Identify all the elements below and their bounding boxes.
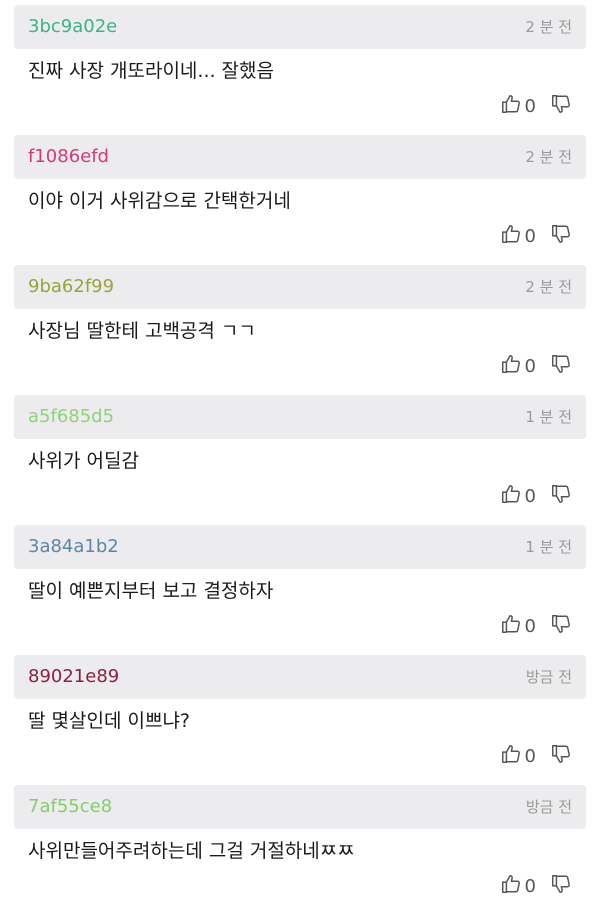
comment-username[interactable]: 9ba62f99 [28,277,114,297]
thumbs-down-icon [550,353,572,379]
comment-actions: 0 [500,221,572,251]
comment-item: 3bc9a02e 2 분 전진짜 사장 개또라이네... 잘했음 0 [0,0,600,130]
thumbs-up-icon [500,353,522,379]
thumbs-up-icon [500,483,522,509]
comment-timestamp: 방금 전 [525,798,572,816]
thumbs-up-icon [500,223,522,249]
like-button[interactable]: 0 [500,743,550,769]
like-count: 0 [524,615,536,637]
like-count: 0 [524,485,536,507]
like-button[interactable]: 0 [500,873,550,899]
comment-timestamp: 방금 전 [525,668,572,686]
comment-text: 이야 이거 사위감으로 간택한거네 [28,190,291,212]
comment-username[interactable]: 7af55ce8 [28,797,112,817]
like-count: 0 [524,225,536,247]
comment-header: 3a84a1b2 1 분 전 [14,525,586,569]
dislike-button[interactable] [550,873,572,899]
comment-actions: 0 [500,351,572,381]
dislike-button[interactable] [550,93,572,119]
comment-text: 진짜 사장 개또라이네... 잘했음 [28,60,274,82]
comment-header: 9ba62f99 2 분 전 [14,265,586,309]
thumbs-down-icon [550,613,572,639]
dislike-button[interactable] [550,223,572,249]
thumbs-up-icon [500,613,522,639]
comment-item: f1086efd 2 분 전이야 이거 사위감으로 간택한거네 0 [0,130,600,260]
like-button[interactable]: 0 [500,483,550,509]
comment-actions: 0 [500,611,572,641]
like-count: 0 [524,745,536,767]
comment-actions: 0 [500,481,572,511]
like-button[interactable]: 0 [500,353,550,379]
comment-timestamp: 2 분 전 [525,18,572,36]
comment-username[interactable]: a5f685d5 [28,407,114,427]
like-button[interactable]: 0 [500,93,550,119]
comment-username[interactable]: 3bc9a02e [28,17,117,37]
comment-text: 딸 몇살인데 이쁘냐? [28,710,191,732]
comment-header: f1086efd 2 분 전 [14,135,586,179]
comment-header: a5f685d5 1 분 전 [14,395,586,439]
dislike-button[interactable] [550,353,572,379]
comment-actions: 0 [500,91,572,121]
comment-item: 9ba62f99 2 분 전사장님 딸한테 고백공격 ㄱㄱ 0 [0,260,600,390]
comment-item: 7af55ce8 방금 전사위만들어주려하는데 그걸 거절하네ㅉㅉ 0 [0,780,600,910]
comment-username[interactable]: f1086efd [28,147,109,167]
comment-list: 3bc9a02e 2 분 전 진짜 사장 개또라이네... 잘했음 0 f1086efd… [0,0,600,897]
comment-item: 3a84a1b2 1 분 전딸이 예쁜지부터 보고 결정하자 0 [0,520,600,650]
comment-text: 사위가 어딜감 [28,450,139,472]
comment-username[interactable]: 89021e89 [28,667,119,687]
thumbs-down-icon [550,483,572,509]
like-button[interactable]: 0 [500,223,550,249]
thumbs-down-icon [550,743,572,769]
comment-actions: 0 [500,871,572,901]
like-count: 0 [524,875,536,897]
like-button[interactable]: 0 [500,613,550,639]
dislike-button[interactable] [550,613,572,639]
dislike-button[interactable] [550,483,572,509]
comment-actions: 0 [500,741,572,771]
comment-item: 89021e89 방금 전딸 몇살인데 이쁘냐? 0 [0,650,600,780]
comment-header: 7af55ce8 방금 전 [14,785,586,829]
dislike-button[interactable] [550,743,572,769]
thumbs-down-icon [550,223,572,249]
thumbs-up-icon [500,743,522,769]
comment-item: a5f685d5 1 분 전사위가 어딜감 0 [0,390,600,520]
thumbs-up-icon [500,873,522,899]
comment-timestamp: 2 분 전 [525,278,572,296]
thumbs-down-icon [550,873,572,899]
comment-timestamp: 2 분 전 [525,148,572,166]
comment-username[interactable]: 3a84a1b2 [28,537,119,557]
comment-timestamp: 1 분 전 [525,538,572,556]
comment-text: 사장님 딸한테 고백공격 ㄱㄱ [28,320,256,342]
like-count: 0 [524,355,536,377]
comment-timestamp: 1 분 전 [525,408,572,426]
comment-header: 89021e89 방금 전 [14,655,586,699]
comment-text: 사위만들어주려하는데 그걸 거절하네ㅉㅉ [28,840,355,862]
like-count: 0 [524,95,536,117]
thumbs-up-icon [500,93,522,119]
thumbs-down-icon [550,93,572,119]
comment-text: 딸이 예쁜지부터 보고 결정하자 [28,580,274,602]
comment-header: 3bc9a02e 2 분 전 [14,5,586,49]
